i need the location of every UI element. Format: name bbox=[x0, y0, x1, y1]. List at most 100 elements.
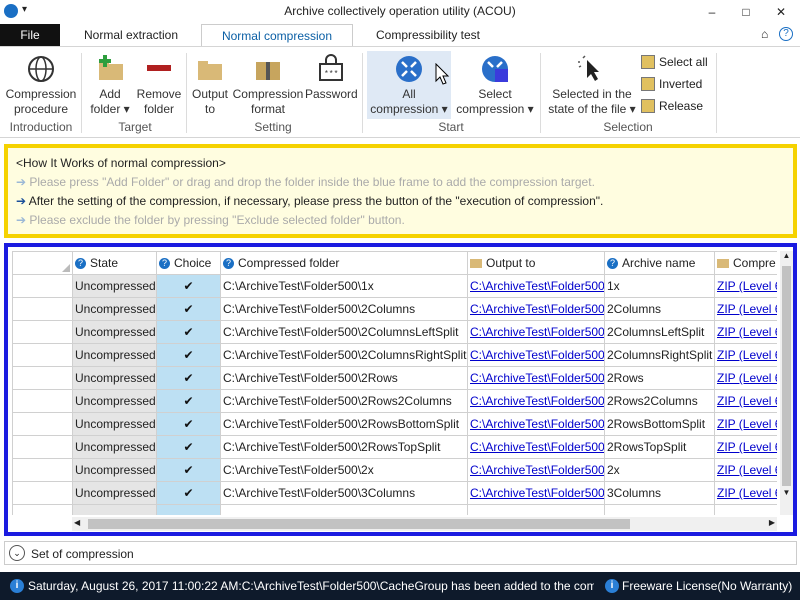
scroll-right-arrow-icon[interactable]: ▶ bbox=[769, 518, 775, 527]
choice-checkbox[interactable]: ✔ bbox=[156, 435, 221, 459]
horizontal-scroll-thumb[interactable] bbox=[88, 519, 630, 529]
column-header-compression[interactable]: Compre bbox=[714, 251, 777, 275]
state-cell[interactable]: Uncompressed bbox=[72, 481, 157, 505]
add-folder-button[interactable]: Add folder ▾ bbox=[88, 53, 132, 117]
row-header[interactable] bbox=[12, 343, 73, 367]
format-link[interactable]: ZIP (Level 6) bbox=[714, 274, 777, 298]
table-row[interactable]: Uncompressed ✔ C:\ArchiveTest\Folder500\2R… bbox=[12, 366, 777, 390]
output-link[interactable]: C:\ArchiveTest\Folder500 bbox=[467, 481, 605, 505]
output-link[interactable]: C:\ArchiveTest\Folder500 bbox=[467, 297, 605, 321]
archive-name-cell[interactable]: 2RowsBottomSplit bbox=[604, 412, 715, 436]
column-header-archive-name[interactable]: ? Archive name bbox=[604, 251, 715, 275]
output-link[interactable]: C:\ArchiveTest\Folder500 bbox=[467, 435, 605, 459]
choice-checkbox[interactable]: ✔ bbox=[156, 412, 221, 436]
archive-name-cell[interactable]: 1x bbox=[604, 274, 715, 298]
state-cell[interactable]: Uncompressed bbox=[72, 435, 157, 459]
column-header-choice[interactable]: ? Choice bbox=[156, 251, 221, 275]
choice-checkbox[interactable]: ✔ bbox=[156, 458, 221, 482]
format-link[interactable]: ZIP (Level 6) bbox=[714, 343, 777, 367]
column-header-output-to[interactable]: Output to bbox=[467, 251, 605, 275]
format-link[interactable]: ZIP (Level 6) bbox=[714, 412, 777, 436]
row-header[interactable] bbox=[12, 481, 73, 505]
output-link[interactable]: C:\ArchiveTest\Folder500 bbox=[467, 458, 605, 482]
set-of-compression-expander[interactable]: ⌄ Set of compression bbox=[4, 541, 797, 565]
maximize-button[interactable]: □ bbox=[731, 2, 761, 22]
table-row[interactable]: Uncompressed ✔ C:\ArchiveTest\Folder500\1x… bbox=[12, 274, 777, 298]
tab-normal-extraction[interactable]: Normal extraction bbox=[68, 24, 194, 46]
help-icon[interactable]: ? bbox=[779, 27, 793, 41]
column-header-state[interactable]: ? State bbox=[72, 251, 157, 275]
archive-name-cell[interactable]: 2Rows2Columns bbox=[604, 389, 715, 413]
tab-normal-compression[interactable]: Normal compression bbox=[201, 24, 353, 46]
table-row[interactable]: Uncompressed ✔ C:\ArchiveTest\Folder500\2C… bbox=[12, 343, 777, 367]
row-header[interactable] bbox=[12, 297, 73, 321]
help-up-icon[interactable]: ⌂ bbox=[761, 27, 768, 41]
close-button[interactable]: ✕ bbox=[766, 2, 796, 22]
folder-cell[interactable]: C:\ArchiveTest\Folder500\2RowsTopSplit bbox=[220, 435, 468, 459]
row-header[interactable] bbox=[12, 320, 73, 344]
format-link[interactable]: ZIP (Level 6) bbox=[714, 389, 777, 413]
state-cell[interactable]: Uncompressed bbox=[72, 297, 157, 321]
expand-chevron-icon[interactable]: ⌄ bbox=[9, 545, 25, 561]
output-link[interactable]: C:\ArchiveTest\Folder500 bbox=[467, 274, 605, 298]
state-cell[interactable]: Uncompressed bbox=[72, 274, 157, 298]
row-header[interactable] bbox=[12, 389, 73, 413]
choice-checkbox[interactable]: ✔ bbox=[156, 320, 221, 344]
output-link[interactable]: C:\ArchiveTest\Folder500 bbox=[467, 320, 605, 344]
choice-checkbox[interactable]: ✔ bbox=[156, 274, 221, 298]
archive-name-cell[interactable]: 3Columns bbox=[604, 481, 715, 505]
vertical-scrollbar[interactable]: ▲ ▼ bbox=[780, 251, 793, 515]
row-header[interactable] bbox=[12, 274, 73, 298]
format-link[interactable]: ZIP (Level 6) bbox=[714, 435, 777, 459]
output-link[interactable]: C:\ArchiveTest\Folder500 bbox=[467, 343, 605, 367]
table-row[interactable]: Uncompressed ✔ C:\ArchiveTest\Folder500\2R… bbox=[12, 389, 777, 413]
table-row[interactable]: Uncompressed ✔ C:\ArchiveTest\Folder500\3C… bbox=[12, 481, 777, 505]
folder-cell[interactable]: C:\ArchiveTest\Folder500\1x bbox=[220, 274, 468, 298]
row-header[interactable] bbox=[12, 366, 73, 390]
folder-cell[interactable]: C:\ArchiveTest\Folder500\2Rows bbox=[220, 366, 468, 390]
select-all-button[interactable]: Select all bbox=[641, 55, 708, 69]
table-row[interactable]: Uncompressed ✔ C:\ArchiveTest\Folder500\2R… bbox=[12, 435, 777, 459]
folder-cell[interactable]: C:\ArchiveTest\Folder500\3Columns bbox=[220, 481, 468, 505]
scroll-down-arrow-icon[interactable]: ▼ bbox=[780, 488, 793, 501]
compression-grid-frame[interactable]: ? State ? Choice ? Compressed folder Output… bbox=[4, 243, 797, 536]
archive-name-cell[interactable]: 2x bbox=[604, 458, 715, 482]
archive-name-cell[interactable]: 2Rows bbox=[604, 366, 715, 390]
release-button[interactable]: Release bbox=[641, 99, 703, 113]
selected-in-state-button[interactable]: Selected in the state of the file ▾ bbox=[545, 53, 639, 117]
password-button[interactable]: *** Password bbox=[305, 53, 358, 102]
choice-checkbox[interactable]: ✔ bbox=[156, 343, 221, 367]
folder-cell[interactable]: C:\ArchiveTest\Folder500\2ColumnsRightSp… bbox=[220, 343, 468, 367]
table-row[interactable]: Uncompressed ✔ C:\ArchiveTest\Folder500\2C… bbox=[12, 297, 777, 321]
table-row[interactable]: Uncompressed ✔ C:\ArchiveTest\Folder500\2x… bbox=[12, 458, 777, 482]
scroll-up-arrow-icon[interactable]: ▲ bbox=[780, 251, 793, 264]
scroll-left-arrow-icon[interactable]: ◀ bbox=[74, 518, 80, 527]
row-header-corner[interactable] bbox=[12, 251, 73, 275]
table-row[interactable]: Uncompressed ✔ C:\ArchiveTest\Folder500\2C… bbox=[12, 320, 777, 344]
state-cell[interactable]: Uncompressed bbox=[72, 343, 157, 367]
format-link[interactable]: ZIP (Level 6) bbox=[714, 297, 777, 321]
choice-checkbox[interactable]: ✔ bbox=[156, 481, 221, 505]
choice-checkbox[interactable]: ✔ bbox=[156, 297, 221, 321]
state-cell[interactable]: Uncompressed bbox=[72, 366, 157, 390]
state-cell[interactable]: Uncompressed bbox=[72, 389, 157, 413]
remove-folder-button[interactable]: Remove folder bbox=[136, 53, 182, 117]
output-to-button[interactable]: Output to bbox=[190, 53, 230, 117]
vertical-scroll-thumb[interactable] bbox=[782, 266, 791, 486]
folder-cell[interactable]: C:\ArchiveTest\Folder500\2ColumnsLeftSpl… bbox=[220, 320, 468, 344]
table-row[interactable]: Uncompressed ✔ C:\ArchiveTest\Folder500\2R… bbox=[12, 412, 777, 436]
format-link[interactable]: ZIP (Level 6) bbox=[714, 481, 777, 505]
state-cell[interactable]: Uncompressed bbox=[72, 458, 157, 482]
folder-cell[interactable]: C:\ArchiveTest\Folder500\2Columns bbox=[220, 297, 468, 321]
table-row[interactable] bbox=[12, 504, 777, 515]
select-compression-button[interactable]: Select compression ▾ bbox=[455, 53, 535, 117]
archive-name-cell[interactable]: 2ColumnsLeftSplit bbox=[604, 320, 715, 344]
format-link[interactable]: ZIP (Level 6) bbox=[714, 458, 777, 482]
column-header-compressed-folder[interactable]: ? Compressed folder bbox=[220, 251, 468, 275]
state-cell[interactable]: Uncompressed bbox=[72, 320, 157, 344]
inverted-button[interactable]: Inverted bbox=[641, 77, 702, 91]
state-cell[interactable]: Uncompressed bbox=[72, 412, 157, 436]
row-header[interactable] bbox=[12, 458, 73, 482]
minimize-button[interactable]: – bbox=[697, 2, 727, 22]
tab-compressibility-test[interactable]: Compressibility test bbox=[360, 24, 496, 46]
